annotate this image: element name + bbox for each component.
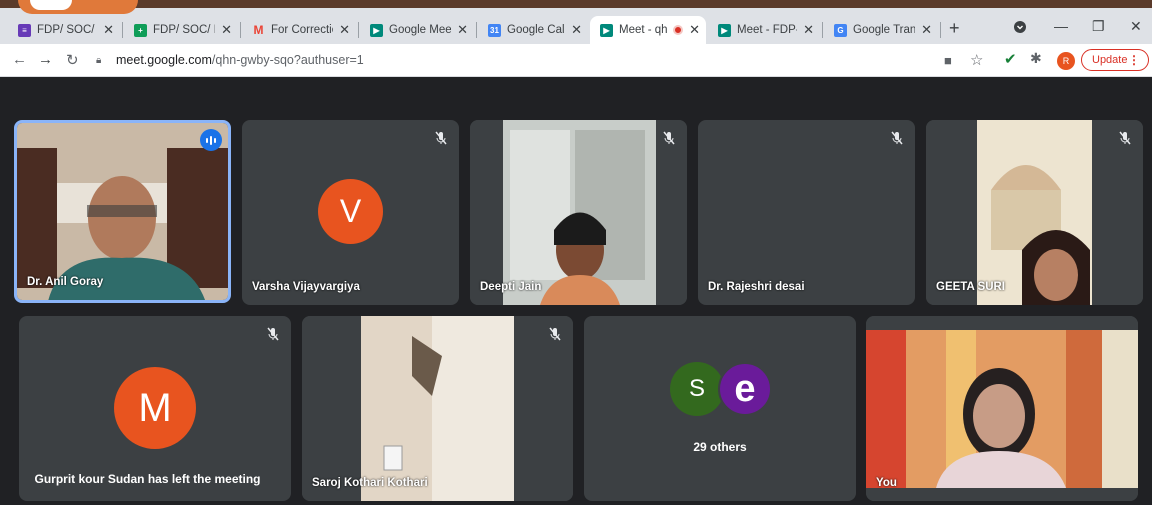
- back-button[interactable]: ←: [12, 51, 27, 68]
- tab-calendar[interactable]: 31 Google Calend ✕: [478, 16, 588, 44]
- lock-icon: 🔒︎: [96, 54, 102, 66]
- top-banner: [0, 0, 1152, 14]
- meet-icon: ▶: [600, 23, 613, 37]
- profile-avatar[interactable]: R: [1057, 52, 1075, 70]
- close-tab-icon[interactable]: ✕: [571, 22, 582, 38]
- new-tab-button[interactable]: +: [949, 18, 960, 39]
- mic-off-icon: [889, 130, 905, 146]
- participant-video: [926, 120, 1143, 305]
- tab-search-icon[interactable]: [1014, 20, 1026, 36]
- translate-icon: G: [834, 23, 847, 37]
- tab-google-meet[interactable]: ▶ Google Meet ✕: [360, 16, 474, 44]
- close-tab-icon[interactable]: ✕: [689, 22, 700, 38]
- close-window-button[interactable]: ✕: [1130, 18, 1142, 35]
- checkmark-extension-icon[interactable]: ✔: [1004, 50, 1017, 68]
- camera-icon[interactable]: ■: [944, 53, 952, 68]
- mic-off-icon: [1117, 130, 1133, 146]
- participant-tile-geeta-suri[interactable]: GEETA SURI: [926, 120, 1143, 305]
- participant-tile-rajeshri-desai[interactable]: Dr. Rajeshri desai: [698, 120, 915, 305]
- meet-icon: ▶: [370, 23, 383, 37]
- avatar: M: [114, 367, 196, 449]
- more-menu-icon[interactable]: ⋮: [1128, 53, 1140, 67]
- calendar-icon: 31: [488, 23, 501, 37]
- participant-video: [470, 120, 687, 305]
- participant-tile-varsha[interactable]: V Varsha Vijayvargiya: [242, 120, 459, 305]
- forward-button[interactable]: →: [38, 51, 53, 68]
- others-count: 29 others: [693, 440, 747, 454]
- participant-tile-deepti-jain[interactable]: Deepti Jain: [470, 120, 687, 305]
- avatar: S: [670, 362, 724, 416]
- participant-tile-you[interactable]: You: [866, 316, 1138, 501]
- forms-icon: ≡: [18, 23, 31, 37]
- tab-translate[interactable]: G Google Transl ✕: [824, 16, 938, 44]
- reload-button[interactable]: ↻: [66, 51, 79, 69]
- participant-tile-anil-goray[interactable]: Dr. Anil Goray: [14, 120, 231, 303]
- bookmark-star-icon[interactable]: ☆: [970, 51, 983, 69]
- tab-sheets[interactable]: + FDP/ SOC/ DA ✕: [124, 16, 238, 44]
- close-tab-icon[interactable]: ✕: [921, 22, 932, 38]
- extensions-puzzle-icon[interactable]: ✱: [1030, 50, 1042, 67]
- minimize-button[interactable]: —: [1054, 18, 1068, 34]
- self-video: [866, 316, 1138, 501]
- close-tab-icon[interactable]: ✕: [803, 22, 814, 38]
- tab-forms-1[interactable]: ≡ FDP/ SOC/ DA ✕: [8, 16, 120, 44]
- mic-off-icon: [433, 130, 449, 146]
- mic-off-icon: [547, 326, 563, 342]
- gmail-icon: M: [253, 23, 264, 37]
- mic-off-icon: [661, 130, 677, 146]
- restore-button[interactable]: ❐: [1092, 18, 1105, 35]
- tab-meet-fdp[interactable]: ▶ Meet - FDP- S ✕: [708, 16, 820, 44]
- participant-left-toast: Gurprit kour Sudan has left the meeting: [22, 458, 273, 500]
- address-bar[interactable]: 🔒︎ meet.google.com/qhn-gwby-sqo?authuser…: [96, 47, 996, 73]
- tab-bar: ≡ FDP/ SOC/ DA ✕ + FDP/ SOC/ DA ✕ M For …: [0, 0, 1152, 44]
- participant-video: [302, 316, 573, 501]
- sheets-icon: +: [134, 23, 147, 37]
- meet-icon: ▶: [718, 23, 731, 37]
- close-tab-icon[interactable]: ✕: [457, 22, 468, 38]
- browser-toolbar: ← → ↻ 🔒︎ meet.google.com/qhn-gwby-sqo?au…: [0, 44, 1152, 77]
- update-button[interactable]: Update ⋮: [1081, 49, 1149, 71]
- avatar: e: [718, 362, 772, 416]
- close-tab-icon[interactable]: ✕: [221, 22, 232, 38]
- avatar: V: [318, 179, 383, 244]
- meet-grid: Dr. Anil Goray V Varsha Vijayvargiya Dee…: [0, 78, 1152, 505]
- close-tab-icon[interactable]: ✕: [339, 22, 350, 38]
- participant-tile-saroj-kothari[interactable]: Saroj Kothari Kothari: [302, 316, 573, 501]
- tab-meet-active[interactable]: ▶ Meet - qh ✕: [590, 16, 706, 44]
- speaking-indicator-icon: [200, 129, 222, 151]
- recording-icon: [673, 25, 684, 35]
- mic-off-icon: [265, 326, 281, 342]
- participant-tile-others[interactable]: S e 29 others: [584, 316, 856, 501]
- tab-gmail[interactable]: M For Correction ✕: [242, 16, 356, 44]
- close-tab-icon[interactable]: ✕: [103, 22, 114, 38]
